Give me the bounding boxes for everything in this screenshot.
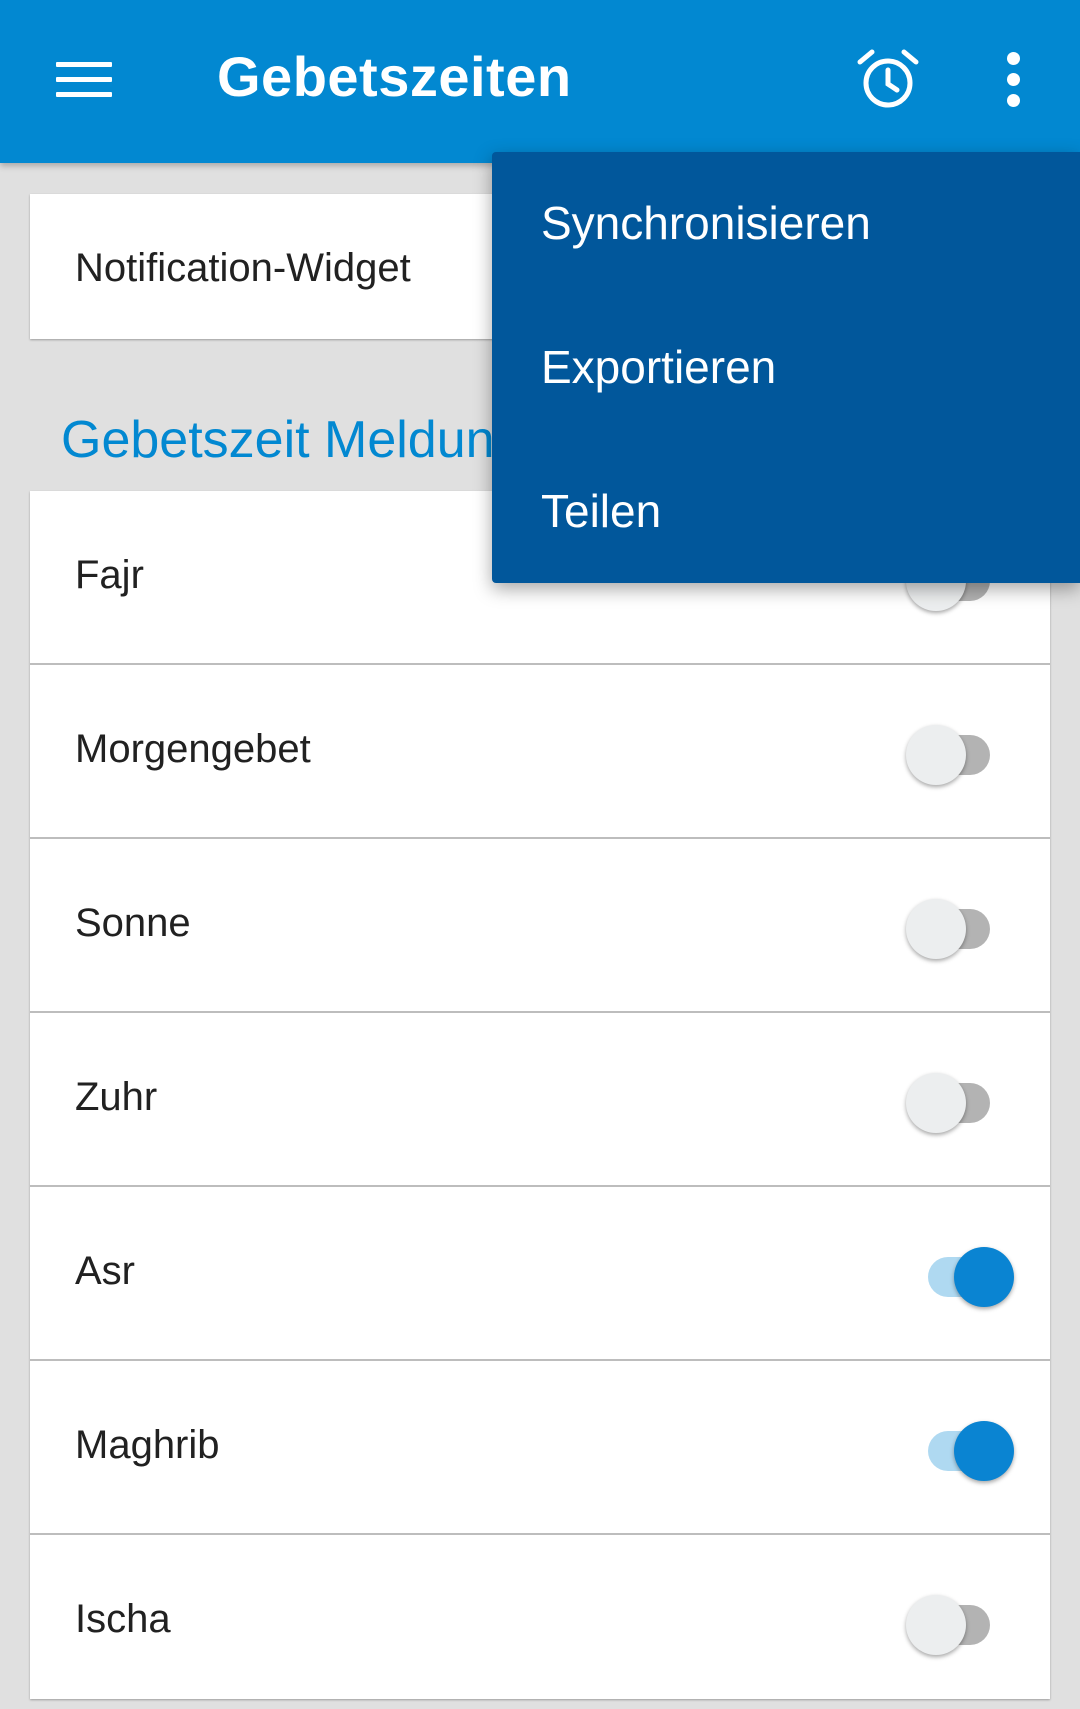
- asr-toggle[interactable]: [898, 1247, 1014, 1307]
- zuhr-toggle[interactable]: [898, 1073, 1008, 1133]
- hamburger-menu-icon[interactable]: [56, 62, 112, 98]
- more-vertical-icon[interactable]: [996, 52, 1032, 108]
- menu-item-label: Synchronisieren: [541, 197, 871, 249]
- overflow-menu: Synchronisieren Exportieren Teilen: [492, 152, 1080, 583]
- morgengebet-toggle[interactable]: [898, 725, 1008, 785]
- prayer-label: Sonne: [75, 901, 191, 945]
- maghrib-toggle[interactable]: [898, 1421, 1014, 1481]
- app-bar: Gebetszeiten: [0, 0, 1080, 163]
- prayer-label: Asr: [75, 1249, 135, 1293]
- prayer-label: Zuhr: [75, 1075, 158, 1119]
- prayer-row-asr[interactable]: Asr: [30, 1187, 1050, 1361]
- menu-item-synchronisieren[interactable]: Synchronisieren: [492, 152, 1080, 296]
- prayer-list: Fajr Morgengebet Sonne Zuhr Asr Maghrib …: [30, 491, 1050, 1699]
- menu-item-exportieren[interactable]: Exportieren: [492, 296, 1080, 440]
- sonne-toggle[interactable]: [898, 899, 1008, 959]
- page-title: Gebetszeiten: [217, 45, 572, 108]
- notification-widget-label: Notification-Widget: [75, 246, 411, 290]
- prayer-row-ischa[interactable]: Ischa: [30, 1535, 1050, 1709]
- prayer-label: Ischa: [75, 1597, 171, 1641]
- prayer-row-zuhr[interactable]: Zuhr: [30, 1013, 1050, 1187]
- menu-item-teilen[interactable]: Teilen: [492, 440, 1080, 584]
- prayer-label: Morgengebet: [75, 727, 311, 771]
- prayer-label: Maghrib: [75, 1423, 220, 1467]
- prayer-label: Fajr: [75, 553, 144, 597]
- ischa-toggle[interactable]: [898, 1595, 1008, 1655]
- menu-item-label: Teilen: [541, 485, 662, 537]
- prayer-row-maghrib[interactable]: Maghrib: [30, 1361, 1050, 1535]
- menu-item-label: Exportieren: [541, 341, 777, 393]
- alarm-clock-icon[interactable]: [856, 48, 920, 112]
- prayer-row-morgengebet[interactable]: Morgengebet: [30, 665, 1050, 839]
- prayer-row-sonne[interactable]: Sonne: [30, 839, 1050, 1013]
